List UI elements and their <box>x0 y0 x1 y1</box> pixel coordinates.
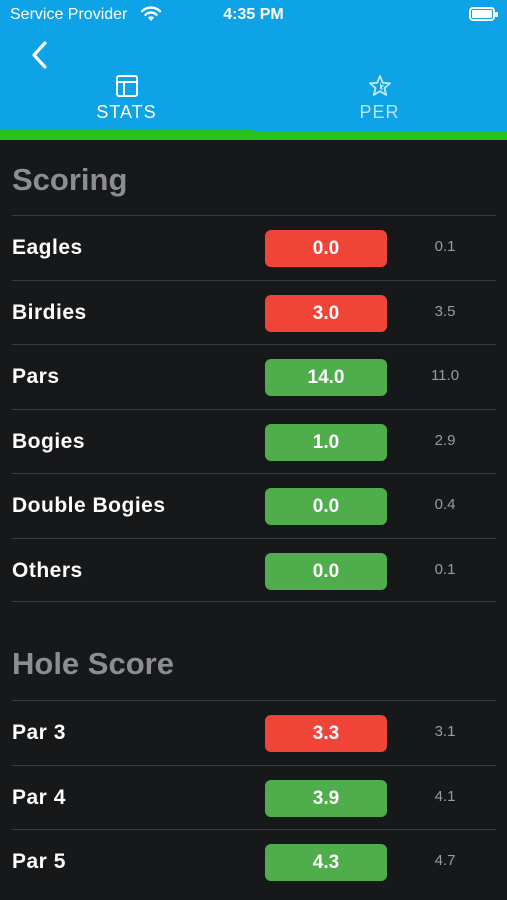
row-average: 0.1 <box>434 561 456 578</box>
table-icon <box>115 75 138 97</box>
row-average: 11.0 <box>430 367 460 384</box>
header-bar: Service Provider 4:35 PM STATS PER <box>0 0 507 132</box>
scoring-row-pars: Pars 14.0 11.0 <box>12 344 496 408</box>
row-value-badge: 3.9 <box>265 780 387 817</box>
scoring-row-others: Others 0.0 0.1 <box>12 538 496 602</box>
clock: 4:35 PM <box>223 6 284 23</box>
tab-stats[interactable]: STATS <box>0 72 253 132</box>
row-label: Double Bogies <box>12 494 166 517</box>
row-label: Par 5 <box>12 850 66 873</box>
row-average: 3.1 <box>434 723 456 740</box>
tab-stats-label: STATS <box>96 102 157 122</box>
hole-score-section-title: Hole Score <box>12 646 174 681</box>
hole-score-row-par-3: Par 3 3.3 3.1 <box>12 700 496 764</box>
hole-score-row-par-4: Par 4 3.9 4.1 <box>12 765 496 829</box>
scoring-row-birdies: Birdies 3.0 3.5 <box>12 280 496 344</box>
row-average: 0.1 <box>434 238 456 255</box>
scoring-row-eagles: Eagles 0.0 0.1 <box>12 215 496 279</box>
star-icon <box>368 75 391 96</box>
row-average: 0.4 <box>434 496 456 513</box>
back-button[interactable] <box>26 38 54 72</box>
row-value-badge: 3.0 <box>265 295 387 332</box>
row-value-badge: 0.0 <box>265 230 387 267</box>
scoring-row-double-bogies: Double Bogies 0.0 0.4 <box>12 473 496 537</box>
row-value-badge: 1.0 <box>265 424 387 461</box>
row-average: 3.5 <box>434 303 456 320</box>
row-label: Birdies <box>12 301 87 324</box>
tab-per[interactable]: PER <box>253 72 506 132</box>
tab-bar: STATS PER <box>0 72 507 132</box>
battery-icon <box>469 7 498 21</box>
row-label: Eagles <box>12 236 83 259</box>
scoring-row-bogies: Bogies 1.0 2.9 <box>12 409 496 473</box>
row-average: 2.9 <box>434 432 456 449</box>
row-label: Par 4 <box>12 786 66 809</box>
row-value-badge: 0.0 <box>265 553 387 590</box>
row-label: Pars <box>12 365 60 388</box>
row-value-badge: 4.3 <box>265 844 387 881</box>
row-label: Bogies <box>12 430 86 453</box>
tab-per-label: PER <box>359 102 400 122</box>
row-value-badge: 0.0 <box>265 488 387 525</box>
row-average: 4.7 <box>434 852 456 869</box>
tab-indicator <box>0 130 507 140</box>
row-average: 4.1 <box>434 788 456 805</box>
hole-score-row-par-5: Par 5 4.3 4.7 <box>12 829 496 893</box>
status-bar: Service Provider 4:35 PM <box>0 0 507 30</box>
chevron-left-icon <box>32 41 47 69</box>
row-label: Par 3 <box>12 721 66 744</box>
row-label: Others <box>12 559 83 582</box>
row-value-badge: 3.3 <box>265 715 387 752</box>
scoring-section-title: Scoring <box>12 162 128 197</box>
row-value-badge: 14.0 <box>265 359 387 396</box>
